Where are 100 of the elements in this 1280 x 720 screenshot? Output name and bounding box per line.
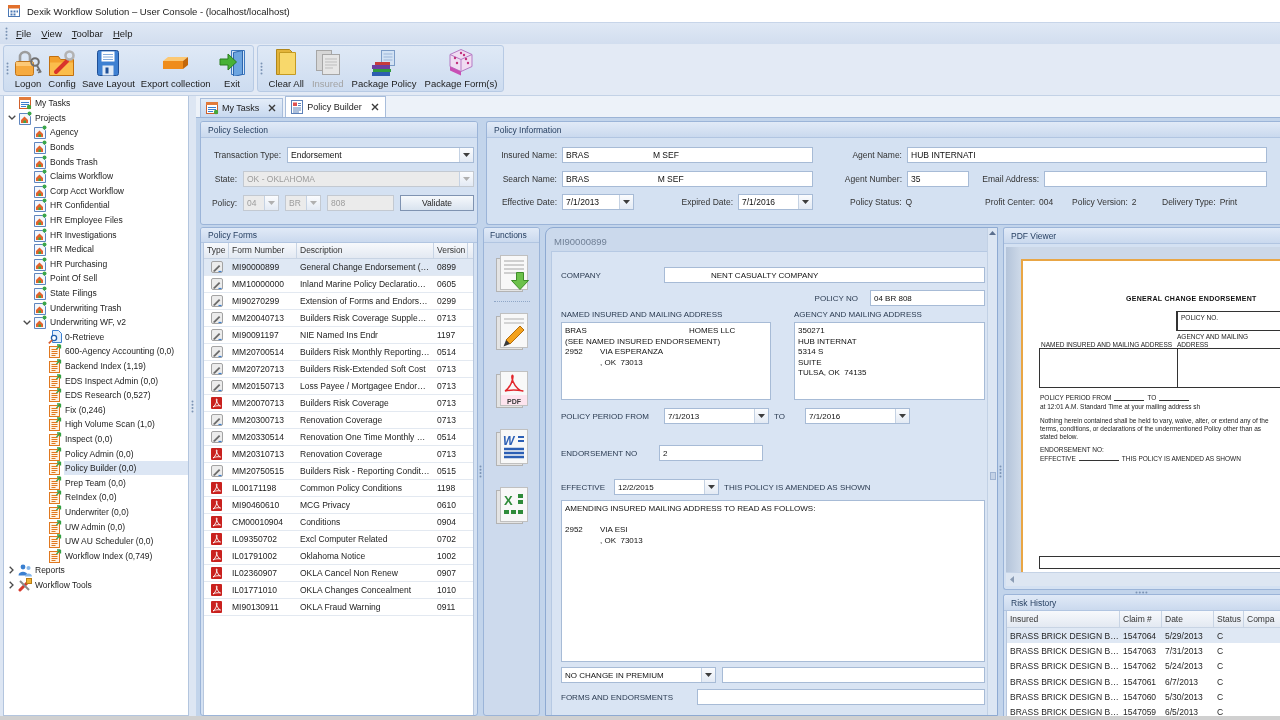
- tree-item[interactable]: EDS Research (0,527): [64, 388, 152, 403]
- table-row[interactable]: IL02360907 OKLA Cancel Non Renew 0907: [204, 565, 473, 582]
- toolbar-button[interactable]: Config: [45, 46, 79, 91]
- tree-item[interactable]: Policy Admin (0,0): [64, 446, 135, 461]
- tree-item[interactable]: EDS Inspect Admin (0,0): [64, 373, 160, 388]
- table-row[interactable]: MM20040713 Builders Risk Coverage Supple… 0713: [204, 310, 473, 327]
- text-area[interactable]: 350271 HUB INTERNAT 5314 S SUITE TULSA, OK 74135: [794, 322, 985, 400]
- table-row[interactable]: CM00010904 Conditions 0904: [204, 514, 473, 531]
- text-field[interactable]: [722, 667, 985, 683]
- tree-item[interactable]: My Tasks: [34, 96, 72, 111]
- toolbar-button[interactable]: Exit: [213, 46, 251, 91]
- grip-icon[interactable]: [5, 27, 8, 40]
- tree-item[interactable]: Policy Builder (0,0): [64, 461, 188, 476]
- dropdown-button[interactable]: [895, 409, 909, 423]
- download-document-icon[interactable]: [494, 254, 529, 292]
- grip-icon[interactable]: [191, 399, 194, 413]
- tree-item[interactable]: Reports: [34, 563, 66, 578]
- tree-item[interactable]: Bonds Trash: [49, 154, 99, 169]
- tree-item[interactable]: UW Admin (0,0): [64, 519, 126, 534]
- date-picker[interactable]: 7/1/2013: [664, 408, 769, 424]
- dropdown-button[interactable]: [754, 409, 768, 423]
- table-row[interactable]: MM20300713 Renovation Coverage 0713: [204, 412, 473, 429]
- text-field[interactable]: [697, 689, 985, 705]
- column-header[interactable]: Type: [204, 243, 229, 258]
- column-header[interactable]: Status: [1214, 611, 1244, 627]
- tab[interactable]: Policy Builder: [285, 96, 386, 117]
- tree-item[interactable]: HR Investigations: [49, 227, 118, 242]
- table-row[interactable]: BRASS BRICK DESIGN B… 1547062 5/24/2013 C: [1007, 658, 1280, 674]
- table-row[interactable]: MM20310713 Renovation Coverage 0713: [204, 446, 473, 463]
- scroll-thumb[interactable]: [989, 472, 996, 480]
- column-header[interactable]: Compa: [1244, 611, 1280, 627]
- toolbar-button[interactable]: Export collection: [137, 46, 214, 91]
- table-row[interactable]: MM20750515 Builders Risk - Reporting Condit… 0515: [204, 463, 473, 480]
- validate-button[interactable]: Validate: [400, 195, 474, 211]
- dropdown[interactable]: Endorsement: [287, 147, 474, 163]
- chevron-right-icon[interactable]: [9, 566, 14, 575]
- tree-item[interactable]: Prep Team (0,0): [64, 475, 127, 490]
- grip-icon[interactable]: [1135, 590, 1148, 594]
- tree-item[interactable]: State Filings: [49, 286, 98, 300]
- table-row[interactable]: MM20720713 Builders Risk-Extended Soft Cost 0713: [204, 361, 473, 378]
- tree-item[interactable]: Workflow Index (0,749): [64, 548, 154, 563]
- text-field[interactable]: NENT CASUALTY COMPANY: [664, 267, 985, 283]
- dropdown-button[interactable]: [619, 195, 633, 209]
- column-header[interactable]: Claim #: [1120, 611, 1162, 627]
- toolbar-button[interactable]: Save Layout: [79, 46, 138, 91]
- toolbar-button[interactable]: Package Policy: [347, 46, 421, 91]
- tree-item[interactable]: Agency: [49, 125, 80, 140]
- tree-item[interactable]: Backend Index (1,19): [64, 359, 147, 373]
- dropdown-button[interactable]: [459, 148, 473, 162]
- text-area[interactable]: AMENDING INSURED MAILING ADDRESS TO READ AS FOLLOWS: 2952 VIA ESI , OK 73013: [561, 500, 985, 662]
- toolbar-button[interactable]: Logon: [11, 46, 45, 91]
- table-row[interactable]: IL01791002 Oklahoma Notice 1002: [204, 548, 473, 565]
- table-row[interactable]: MM20700514 Builders Risk Monthly Reporting… 0514: [204, 344, 473, 361]
- chevron-right-icon[interactable]: [9, 580, 14, 589]
- date-picker[interactable]: 7/1/2016: [738, 194, 813, 210]
- caret-left-icon[interactable]: [1010, 576, 1014, 583]
- dropdown-button[interactable]: [798, 195, 812, 209]
- tree-item[interactable]: ReIndex (0,0): [64, 490, 118, 505]
- grip-icon[interactable]: [259, 62, 263, 75]
- text-field[interactable]: 04 BR 808: [870, 290, 985, 306]
- column-header[interactable]: Version: [434, 243, 468, 258]
- edit-document-icon[interactable]: [494, 312, 529, 350]
- column-header[interactable]: Date: [1162, 611, 1214, 627]
- table-row[interactable]: BRASS BRICK DESIGN B… 1547059 6/5/2013 C: [1007, 704, 1280, 716]
- text-field[interactable]: HUB INTERNATI: [907, 147, 1267, 163]
- tree-item[interactable]: High Volume Scan (1,0): [64, 417, 156, 432]
- tree-item[interactable]: Claims Workflow: [49, 169, 115, 184]
- tree-item[interactable]: HR Confidential: [49, 198, 111, 213]
- toolbar-button[interactable]: Package Form(s): [420, 46, 502, 91]
- grip-icon[interactable]: [6, 62, 9, 75]
- tree-item[interactable]: Fix (0,246): [64, 402, 107, 417]
- tree-item[interactable]: Workflow Tools: [34, 577, 93, 592]
- table-row[interactable]: BRASS BRICK DESIGN B… 1547063 7/31/2013 C: [1007, 643, 1280, 659]
- scrollbar[interactable]: [987, 228, 997, 715]
- tab[interactable]: My Tasks: [200, 98, 284, 117]
- table-row[interactable]: IL01771010 OKLA Changes Concealment 1010: [204, 582, 473, 599]
- text-field[interactable]: BRAS M SEF: [562, 170, 813, 187]
- table-row[interactable]: MI90460610 MCG Privacy 0610: [204, 497, 473, 514]
- tree-item[interactable]: 600-Agency Accounting (0,0): [64, 344, 176, 359]
- date-picker[interactable]: 7/1/2016: [805, 408, 910, 424]
- grip-icon[interactable]: [479, 465, 482, 478]
- tree-item[interactable]: Underwriter (0,0): [64, 504, 130, 519]
- date-picker[interactable]: 7/1/2013: [562, 194, 634, 210]
- table-row[interactable]: MM10000000 Inland Marine Policy Declaratio… 0605: [204, 276, 473, 293]
- table-row[interactable]: BRASS BRICK DESIGN B… 1547061 6/7/2013 C: [1007, 673, 1280, 690]
- dropdown[interactable]: NO CHANGE IN PREMIUM: [561, 667, 716, 683]
- toolbar-button[interactable]: Clear All: [264, 46, 308, 91]
- menu-item[interactable]: Toolbar: [66, 26, 108, 41]
- column-header[interactable]: Form Number: [229, 243, 297, 258]
- text-field[interactable]: [1044, 170, 1267, 187]
- tree-item[interactable]: HR Employee Files: [49, 213, 124, 228]
- text-field[interactable]: 35: [907, 170, 969, 187]
- caret-up-icon[interactable]: [989, 231, 996, 235]
- table-row[interactable]: MI90091197 NIE Named Ins Endr 1197: [204, 327, 473, 344]
- close-icon[interactable]: [268, 104, 277, 112]
- table-row[interactable]: MI90270299 Extension of Forms and Endors… 0299: [204, 293, 473, 310]
- dropdown-button[interactable]: [704, 480, 718, 494]
- menu-item[interactable]: Help: [107, 26, 138, 41]
- tree-item[interactable]: Point Of Sell: [49, 271, 99, 286]
- text-field[interactable]: 2: [659, 445, 763, 461]
